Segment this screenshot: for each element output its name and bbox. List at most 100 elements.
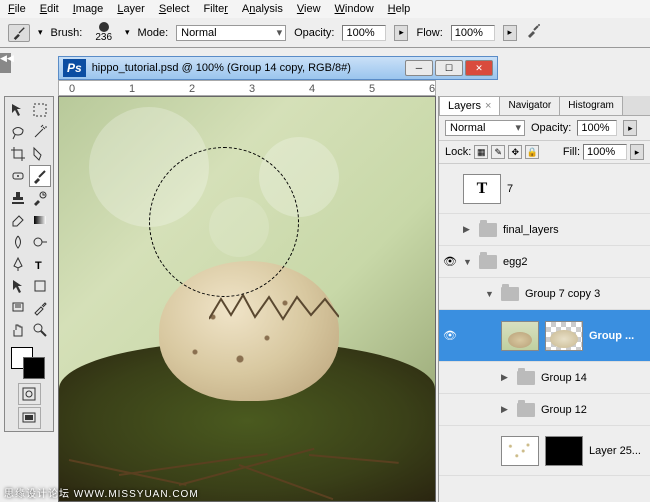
- document-header[interactable]: Ps hippo_tutorial.psd @ 100% (Group 14 c…: [58, 56, 498, 80]
- tool-preset-picker[interactable]: [8, 24, 30, 42]
- lock-all-icon[interactable]: 🔒: [525, 145, 539, 159]
- toolbox: T: [4, 96, 54, 432]
- layer-row[interactable]: T 7: [439, 164, 650, 214]
- layer-thumb: T: [463, 174, 501, 204]
- folder-icon: [479, 223, 497, 237]
- lasso-tool[interactable]: [7, 121, 29, 143]
- layer-thumb: [501, 436, 539, 466]
- path-select-tool[interactable]: [7, 275, 29, 297]
- blend-mode-select[interactable]: Normal: [176, 25, 286, 41]
- stamp-tool[interactable]: [7, 187, 29, 209]
- layer-row[interactable]: ▶ Group 14: [439, 362, 650, 394]
- layer-fill-input[interactable]: 100%: [583, 144, 627, 160]
- brush-picker[interactable]: 236: [90, 21, 117, 44]
- slice-tool[interactable]: [29, 143, 51, 165]
- heal-tool[interactable]: [7, 165, 29, 187]
- layer-mask-thumb: [545, 321, 583, 351]
- twirl-icon[interactable]: ▶: [501, 372, 511, 383]
- menu-view[interactable]: View: [297, 3, 321, 15]
- wand-tool[interactable]: [29, 121, 51, 143]
- options-bar: ▾ Brush: 236 ▾ Mode: Normal Opacity: 100…: [0, 18, 650, 48]
- menu-filter[interactable]: Filter: [203, 3, 227, 15]
- twirl-icon[interactable]: ▼: [485, 289, 495, 299]
- opacity-label: Opacity:: [294, 27, 334, 39]
- layer-row[interactable]: Layer 25...: [439, 426, 650, 476]
- menu-analysis[interactable]: Analysis: [242, 3, 283, 15]
- brush-tool[interactable]: [29, 165, 51, 187]
- crop-tool[interactable]: [7, 143, 29, 165]
- panel-tabs: Layers× Navigator Histogram: [439, 96, 650, 116]
- svg-text:T: T: [35, 260, 42, 272]
- airbrush-toggle[interactable]: [525, 23, 541, 42]
- layer-opacity-flyout[interactable]: ▸: [623, 120, 637, 136]
- menu-file[interactable]: FFileile: [8, 3, 26, 15]
- eraser-tool[interactable]: [7, 209, 29, 231]
- menubar: FFileile Edit Image Layer Select Filter …: [0, 0, 650, 18]
- marquee-selection: [149, 147, 299, 297]
- menu-window[interactable]: Window: [335, 3, 374, 15]
- watermark: 思缘设计论坛 WWW.MISSYUAN.COM: [4, 485, 199, 500]
- menu-help[interactable]: Help: [388, 3, 411, 15]
- menu-layer[interactable]: Layer: [117, 3, 145, 15]
- gradient-tool[interactable]: [29, 209, 51, 231]
- brush-label: Brush:: [51, 27, 83, 39]
- opacity-input[interactable]: 100%: [342, 25, 386, 41]
- canvas[interactable]: [58, 96, 436, 502]
- blur-tool[interactable]: [7, 231, 29, 253]
- menu-edit[interactable]: Edit: [40, 3, 59, 15]
- folder-icon: [517, 371, 535, 385]
- folder-icon: [501, 287, 519, 301]
- menu-image[interactable]: Image: [73, 3, 104, 15]
- eyedropper-tool[interactable]: [29, 297, 51, 319]
- flow-label: Flow:: [416, 27, 442, 39]
- tab-layers[interactable]: Layers×: [439, 96, 500, 115]
- layer-row[interactable]: ▼ Group 7 copy 3: [439, 278, 650, 310]
- layer-fill-flyout[interactable]: ▸: [630, 144, 644, 160]
- opacity-flyout[interactable]: ▸: [394, 25, 408, 41]
- ruler-horizontal[interactable]: 0 1 2 3 4 5 6: [58, 80, 436, 96]
- layer-row[interactable]: 👁 ▼ egg2: [439, 246, 650, 278]
- visibility-icon[interactable]: 👁: [443, 329, 457, 342]
- lock-pixels-icon[interactable]: ✎: [491, 145, 505, 159]
- tab-navigator[interactable]: Navigator: [499, 96, 560, 115]
- layer-blend-select[interactable]: Normal: [445, 120, 525, 136]
- twirl-icon[interactable]: ▶: [463, 224, 473, 235]
- layer-list[interactable]: T 7 ▶ final_layers 👁 ▼ egg2 ▼ Group 7 co…: [439, 164, 650, 484]
- color-swatches[interactable]: [7, 345, 51, 381]
- twirl-icon[interactable]: ▶: [501, 404, 511, 415]
- layer-row-selected[interactable]: 👁 Group ...: [439, 310, 650, 362]
- marquee-tool[interactable]: [29, 99, 51, 121]
- notes-tool[interactable]: [7, 297, 29, 319]
- screenmode-toggle[interactable]: [18, 407, 41, 429]
- doc-collapse-handle[interactable]: ◀◀: [0, 53, 11, 73]
- flow-input[interactable]: 100%: [451, 25, 495, 41]
- lock-transparency-icon[interactable]: ▦: [474, 145, 488, 159]
- lock-position-icon[interactable]: ✥: [508, 145, 522, 159]
- layer-row[interactable]: ▶ final_layers: [439, 214, 650, 246]
- hand-tool[interactable]: [7, 319, 29, 341]
- flow-flyout[interactable]: ▸: [503, 25, 517, 41]
- background-swatch[interactable]: [23, 357, 45, 379]
- window-maximize-button[interactable]: ☐: [435, 60, 463, 76]
- shape-tool[interactable]: [29, 275, 51, 297]
- mode-label: Mode:: [138, 27, 169, 39]
- dodge-tool[interactable]: [29, 231, 51, 253]
- window-minimize-button[interactable]: ─: [405, 60, 433, 76]
- visibility-icon[interactable]: 👁: [443, 255, 457, 268]
- document-title: hippo_tutorial.psd @ 100% (Group 14 copy…: [92, 62, 351, 74]
- menu-select[interactable]: Select: [159, 3, 190, 15]
- pen-tool[interactable]: [7, 253, 29, 275]
- panels: Layers× Navigator Histogram Normal Opaci…: [438, 96, 650, 502]
- folder-icon: [479, 255, 497, 269]
- layer-opacity-input[interactable]: 100%: [577, 120, 617, 136]
- layer-row[interactable]: ▶ Group 12: [439, 394, 650, 426]
- move-tool[interactable]: [7, 99, 29, 121]
- zoom-tool[interactable]: [29, 319, 51, 341]
- tab-histogram[interactable]: Histogram: [559, 96, 623, 115]
- type-tool[interactable]: T: [29, 253, 51, 275]
- twirl-icon[interactable]: ▼: [463, 257, 473, 267]
- layer-thumb: [501, 321, 539, 351]
- quickmask-toggle[interactable]: [18, 383, 41, 405]
- history-brush-tool[interactable]: [29, 187, 51, 209]
- window-close-button[interactable]: ✕: [465, 60, 493, 76]
